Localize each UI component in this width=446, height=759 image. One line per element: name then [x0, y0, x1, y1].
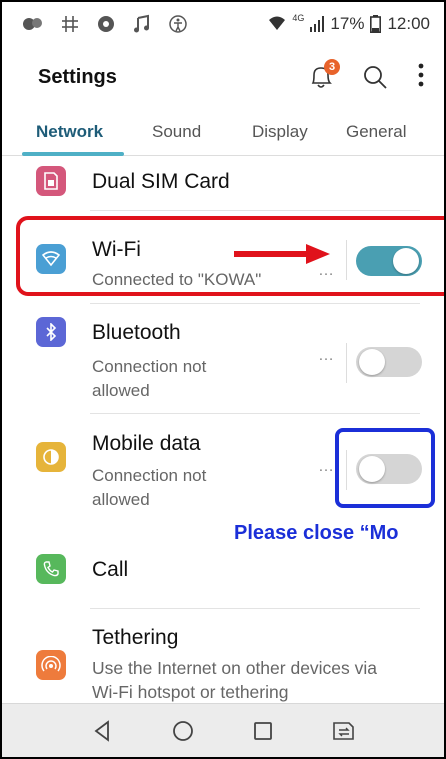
notifications-button[interactable]: 3	[308, 59, 340, 91]
sim-switch-icon	[332, 721, 354, 740]
item-subtitle-line2: allowed	[92, 381, 150, 400]
sim-card-icon	[36, 166, 66, 196]
back-icon	[94, 719, 110, 742]
divider	[90, 303, 420, 304]
app-header: Settings 3	[2, 54, 444, 100]
red-highlight-box	[16, 216, 444, 296]
mobile-data-icon	[36, 442, 66, 472]
divider	[90, 608, 420, 609]
list-item-call[interactable]: Call	[2, 550, 444, 609]
search-icon[interactable]	[362, 64, 388, 90]
toggle-knob	[359, 349, 385, 375]
home-icon	[172, 720, 193, 741]
item-subtitle-line2: Wi-Fi hotspot or tethering	[92, 682, 289, 702]
chat-icon	[98, 16, 114, 32]
back-button[interactable]	[82, 716, 122, 746]
recents-icon	[254, 721, 273, 740]
accessibility-icon	[169, 15, 187, 33]
item-subtitle-line1: Connection not	[92, 466, 207, 485]
home-button[interactable]	[163, 716, 203, 746]
network-type: 4G	[292, 13, 305, 23]
item-title: Mobile data	[92, 432, 201, 455]
bluetooth-toggle[interactable]	[356, 347, 422, 377]
tab-bar: Network Sound Display General	[2, 112, 444, 156]
bluetooth-icon	[36, 317, 66, 347]
item-title: Call	[92, 558, 129, 581]
item-title: Bluetooth	[92, 321, 181, 344]
hashtag-grid-icon	[62, 16, 78, 32]
tab-sound[interactable]: Sound	[152, 122, 201, 142]
list-item-dual-sim[interactable]: Dual SIM Card	[2, 162, 444, 212]
cell-signal-icon	[310, 16, 325, 32]
messenger-icon	[23, 18, 42, 30]
tab-active-indicator	[22, 152, 124, 156]
page-title: Settings	[38, 65, 117, 88]
status-bar: 4G 17% 12:00	[2, 2, 444, 46]
more-vert-icon	[418, 63, 424, 87]
status-system-icons: 4G 17% 12:00	[268, 13, 430, 34]
tab-display[interactable]: Display	[252, 122, 308, 142]
music-icon	[134, 14, 149, 33]
separator	[346, 343, 347, 383]
navigation-bar	[2, 703, 444, 757]
item-subtitle-line1: Use the Internet on other devices via	[92, 658, 378, 678]
phone-icon	[36, 554, 66, 584]
recents-button[interactable]	[243, 716, 283, 746]
hotspot-icon	[36, 650, 66, 680]
screenshot-frame: 4G 17% 12:00 Settings 3 Network Sound Di…	[0, 0, 446, 759]
item-subtitle-line1: Connection not	[92, 357, 207, 376]
list-item-bluetooth[interactable]: Bluetooth Connection not allowed …	[2, 303, 444, 417]
item-subtitle-line2: allowed	[92, 490, 150, 509]
header-actions: 3	[308, 59, 426, 92]
battery-percent: 17%	[330, 14, 365, 33]
divider	[90, 413, 420, 414]
item-title: Dual SIM Card	[92, 170, 230, 193]
tab-general[interactable]: General	[346, 122, 406, 142]
list-item-tethering[interactable]: Tethering Use the Internet on other devi…	[2, 620, 444, 710]
divider	[90, 210, 420, 211]
more-options-button[interactable]	[416, 62, 426, 92]
battery-icon	[370, 15, 382, 33]
tab-network[interactable]: Network	[36, 122, 103, 142]
blue-highlight-box	[335, 428, 435, 508]
clock: 12:00	[387, 14, 430, 33]
wifi-signal-icon	[269, 16, 286, 30]
more-dots: …	[318, 458, 335, 475]
status-notification-icons	[22, 14, 188, 34]
item-title: Tethering	[92, 626, 179, 649]
sim-switch-button[interactable]	[324, 716, 364, 746]
notification-badge: 3	[324, 59, 340, 75]
annotation-note: Please close “Mo	[234, 522, 399, 544]
more-dots: …	[318, 347, 335, 364]
